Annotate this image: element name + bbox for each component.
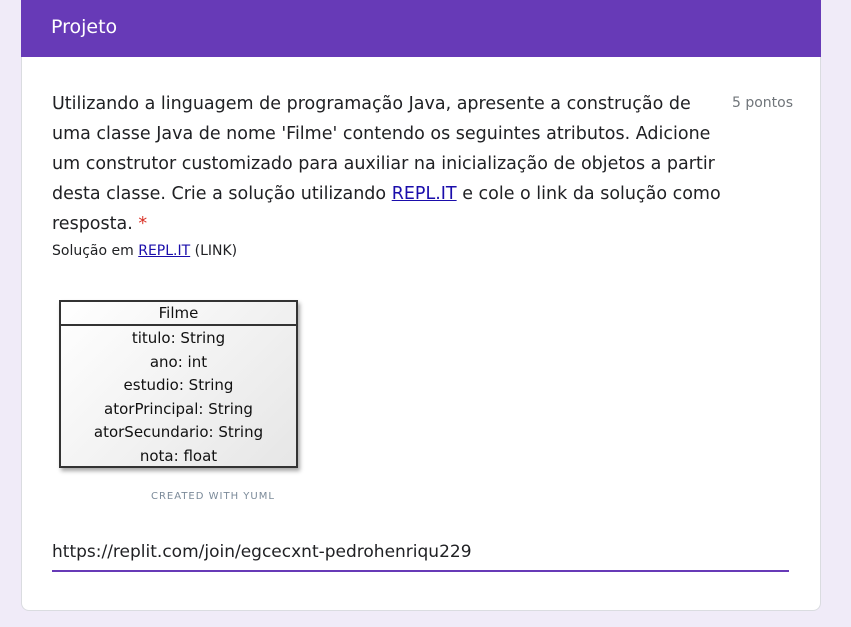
description-replit-link[interactable]: REPL.IT <box>138 243 190 259</box>
required-marker: * <box>138 214 148 234</box>
uml-class-name: Filme <box>61 302 296 326</box>
question-description: Solução em REPL.IT (LINK) <box>52 243 237 259</box>
section-header: Projeto <box>21 0 821 57</box>
points-label: 5 pontos <box>732 95 794 111</box>
uml-attributes: titulo: String ano: int estudio: String … <box>61 326 296 468</box>
uml-attribute: nota: float <box>139 446 218 465</box>
uml-attribute: atorSecundario: String <box>93 423 264 441</box>
question-title: Utilizando a linguagem de programação Ja… <box>52 89 732 239</box>
question-card: Utilizando a linguagem de programação Ja… <box>21 57 821 611</box>
yuml-credit: CREATED WITH YUML <box>151 491 275 502</box>
uml-attribute: ano: int <box>149 352 208 371</box>
uml-attribute: atorPrincipal: String <box>104 399 253 418</box>
uml-attribute: titulo: String <box>131 329 226 347</box>
replit-link[interactable]: REPL.IT <box>392 184 457 204</box>
description-prefix: Solução em <box>52 243 139 259</box>
uml-class-diagram: Filme titulo: String ano: int estudio: S… <box>59 300 298 468</box>
uml-attribute: estudio: String <box>123 376 234 394</box>
description-suffix: (LINK) <box>190 243 238 259</box>
section-title: Projeto <box>51 16 118 38</box>
answer-input[interactable]: https://replit.com/join/egcecxnt-pedrohe… <box>52 535 789 572</box>
